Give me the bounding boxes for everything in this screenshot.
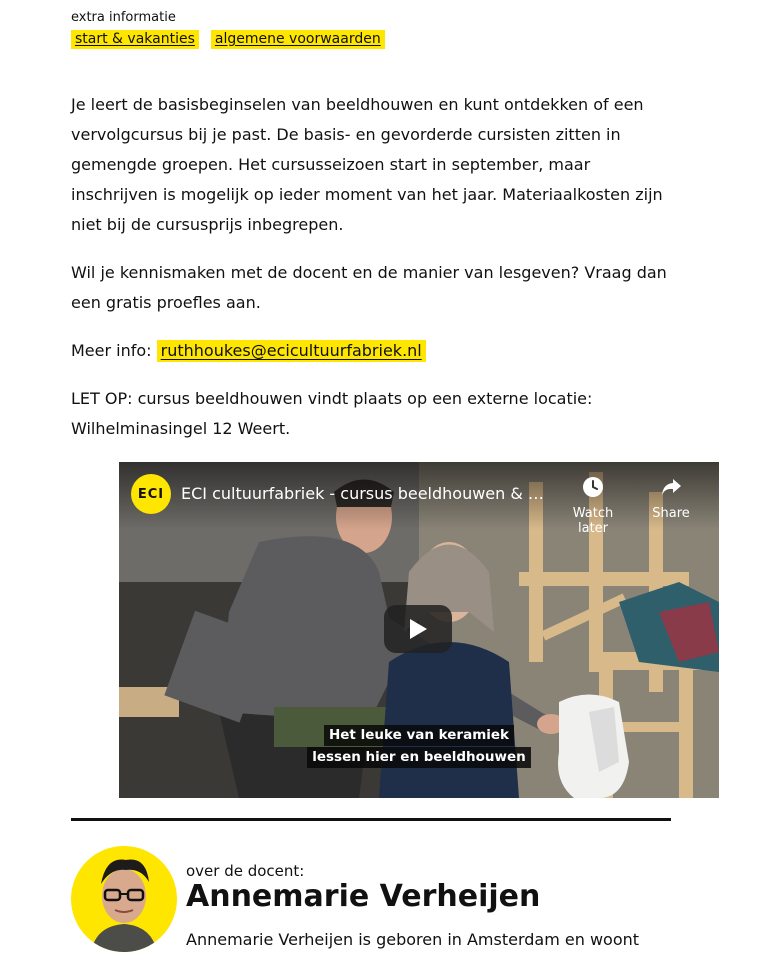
location-notice-line1: LET OP: cursus beeldhouwen vindt plaats … [71,389,593,408]
tag-start-vakanties[interactable]: start & vakanties [71,30,199,49]
extra-info-label: extra informatie [71,10,176,25]
section-divider [71,818,671,821]
watch-later-label: Watch later [572,506,614,536]
clock-icon [561,474,625,500]
tag-algemene-voorwaarden[interactable]: algemene voorwaarden [210,30,385,49]
subtitle-line1: Het leuke van keramiek [323,725,515,746]
teacher-bio: Annemarie Verheijen is geboren in Amster… [186,930,640,949]
teacher-name: Annemarie Verheijen [186,879,541,914]
video-player[interactable]: ECI ECI cultuurfabriek - cursus beeldhou… [119,462,719,798]
more-info-label: Meer info: [71,341,152,360]
intro-paragraph: Je leert de basisbeginselen van beeldhou… [71,95,663,234]
location-notice: LET OP: cursus beeldhouwen vindt plaats … [71,384,681,444]
video-title[interactable]: ECI cultuurfabriek - cursus beeldhouwen … [181,484,551,503]
more-info-line: Meer info: ruthhoukes@ecicultuurfabriek.… [71,336,681,366]
channel-logo[interactable]: ECI [131,474,171,514]
extra-info-tags: start & vakanties algemene voorwaarden [71,30,385,49]
subtitle-line2: lessen hier en beeldhouwen [307,747,531,768]
share-button[interactable]: Share [639,474,703,521]
video-subtitle: Het leuke van keramiek lessen hier en be… [119,724,719,768]
share-icon [639,474,703,500]
play-button[interactable] [384,605,452,653]
play-icon [410,619,427,639]
location-notice-line2: Wilhelminasingel 12 Weert. [71,419,291,438]
email-link[interactable]: ruthhoukes@ecicultuurfabriek.nl [156,340,426,362]
share-label: Share [652,506,690,521]
teacher-avatar [71,846,177,952]
watch-later-button[interactable]: Watch later [561,474,625,536]
trial-lesson-paragraph: Wil je kennismaken met de docent en de m… [71,263,667,312]
